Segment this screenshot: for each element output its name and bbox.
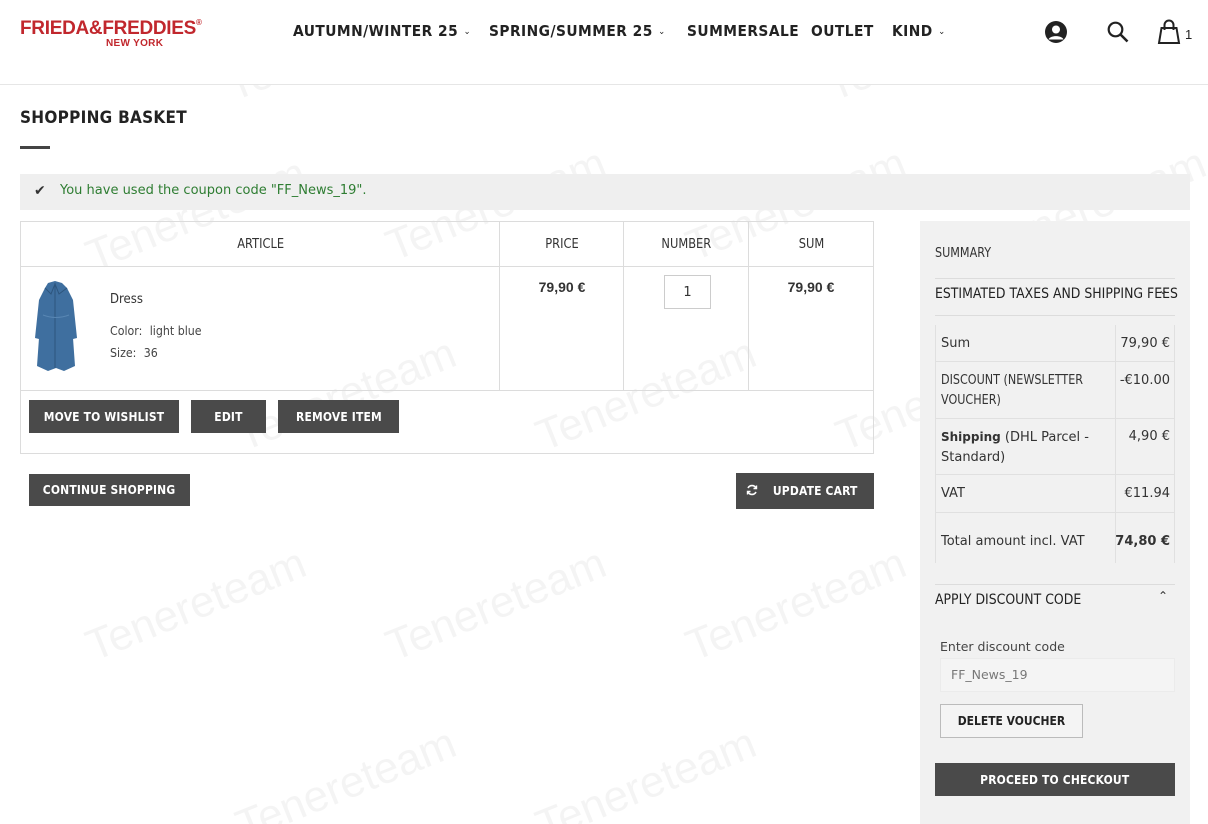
nav-item-spring-summer[interactable]: SPRING/SUMMER 25 ⌄ [489, 22, 666, 40]
color-value: light blue [149, 324, 202, 338]
nav-label: SPRING/SUMMER 25 [489, 22, 653, 40]
item-sum: 79,90 € [787, 279, 835, 295]
update-cart-button[interactable]: UPDATE CART [736, 473, 874, 509]
edit-button[interactable]: EDIT [191, 400, 266, 433]
nav-item-autumn-winter[interactable]: AUTUMN/WINTER 25 ⌄ [293, 22, 471, 40]
quantity-input[interactable] [664, 275, 711, 309]
shopping-bag-icon[interactable] [1157, 19, 1181, 50]
order-summary: SUMMARY ESTIMATED TAXES AND SHIPPING FEE… [920, 221, 1190, 824]
column-header-price: PRICE [500, 222, 624, 267]
site-header: FRIEDA&FREDDIES® NEW YORK AUTUMN/WINTER … [0, 0, 1208, 85]
size-value: 36 [143, 346, 158, 360]
watermark: Tenereteam [379, 538, 613, 671]
remove-item-button[interactable]: REMOVE ITEM [278, 400, 399, 433]
product-image[interactable] [31, 280, 81, 374]
title-underline [20, 146, 50, 149]
discount-code-toggle[interactable]: APPLY DISCOUNT CODE [935, 592, 1081, 608]
brand-reg: ® [196, 18, 202, 27]
totals-row-sum: Sum 79,90 € [936, 325, 1174, 362]
nav-label: AUTUMN/WINTER 25 [293, 22, 459, 40]
watermark: Tenereteam [79, 538, 313, 671]
total-value: 74,80 € [1115, 534, 1170, 549]
size-label: Size: [110, 346, 137, 360]
column-header-number: NUMBER [624, 222, 749, 267]
product-size: Size: 36 [110, 346, 158, 360]
brand-name: FRIEDA&FREDDIES [20, 18, 197, 39]
watermark: Tenereteam [679, 538, 913, 671]
product-name[interactable]: Dress [110, 292, 143, 307]
discount-code-input[interactable]: FF_News_19 [940, 658, 1175, 692]
shipping-label-text: Shipping [941, 430, 1001, 444]
nav-item-kind[interactable]: KIND ⌄ [892, 22, 946, 40]
brand-sub: NEW YORK [106, 38, 164, 49]
button-label: PROCEED TO CHECKOUT [980, 772, 1130, 787]
discount-value: -€10.00 [1119, 373, 1170, 388]
vat-label: VAT [941, 486, 965, 501]
taxes-shipping-toggle[interactable]: ESTIMATED TAXES AND SHIPPING FEES [935, 286, 1178, 302]
color-label: Color: [110, 324, 143, 338]
button-label: EDIT [214, 409, 243, 424]
nav-label: OUTLET [811, 22, 874, 40]
summary-title: SUMMARY [935, 246, 992, 261]
divider [935, 278, 1175, 279]
button-label: MOVE TO WISHLIST [43, 409, 165, 424]
cart-table: ARTICLE PRICE NUMBER SUM Dress Color: lig… [20, 221, 874, 454]
discount-code-label: Enter discount code [940, 639, 1065, 654]
column-header-sum: SUM [749, 222, 873, 267]
delete-voucher-button[interactable]: DELETE VOUCHER [940, 704, 1083, 738]
check-icon: ✔ [34, 182, 46, 198]
success-message-text: You have used the coupon code "FF_News_1… [60, 183, 367, 198]
shipping-label: Shipping (DHL Parcel - Standard) [941, 427, 1111, 468]
user-icon[interactable] [1044, 20, 1068, 49]
chevron-up-icon[interactable]: ⌃ [1158, 589, 1168, 603]
nav-item-outlet[interactable]: OUTLET [811, 22, 874, 40]
column-header-article: ARTICLE [21, 222, 500, 267]
totals-row-shipping: Shipping (DHL Parcel - Standard) 4,90 € [936, 419, 1174, 475]
button-label: CONTINUE SHOPPING [43, 482, 176, 497]
divider [935, 584, 1175, 585]
discount-label: DISCOUNT (NEWSLETTER VOUCHER) [941, 371, 1111, 411]
chevron-down-icon: ⌄ [938, 27, 946, 37]
refresh-icon [746, 473, 758, 509]
button-label: UPDATE CART [772, 483, 858, 498]
nav-item-summersale[interactable]: SUMMERSALE [687, 22, 799, 40]
row-divider [21, 390, 873, 391]
cart-count: 1 [1185, 27, 1193, 42]
sum-value: 79,90 € [1120, 336, 1170, 351]
vat-value: €11.94 [1124, 486, 1171, 501]
continue-shopping-button[interactable]: CONTINUE SHOPPING [29, 474, 190, 506]
nav-label: SUMMERSALE [687, 22, 800, 40]
total-label: Total amount incl. VAT [941, 534, 1085, 549]
move-to-wishlist-button[interactable]: MOVE TO WISHLIST [29, 400, 179, 433]
chevron-down-icon[interactable]: ⌄ [1158, 283, 1168, 297]
totals-row-vat: VAT €11.94 [936, 475, 1174, 513]
success-message: ✔ You have used the coupon code "FF_News… [20, 174, 1190, 210]
watermark: Tenereteam [229, 718, 463, 824]
brand-logo[interactable]: FRIEDA&FREDDIES® NEW YORK [20, 18, 202, 49]
search-icon[interactable] [1106, 20, 1130, 49]
shipping-value: 4,90 € [1128, 429, 1170, 444]
product-color: Color: light blue [110, 324, 202, 338]
discount-label-text: DISCOUNT (NEWSLETTER VOUCHER) [941, 373, 1084, 408]
sum-label: Sum [941, 336, 971, 351]
proceed-to-checkout-button[interactable]: PROCEED TO CHECKOUT [935, 763, 1175, 796]
chevron-down-icon: ⌄ [463, 27, 472, 37]
chevron-down-icon: ⌄ [658, 27, 666, 37]
button-label: DELETE VOUCHER [957, 713, 1066, 728]
button-label: REMOVE ITEM [295, 409, 382, 424]
totals-row-total: Total amount incl. VAT 74,80 € [936, 513, 1174, 563]
divider [935, 315, 1175, 316]
column-divider [499, 222, 500, 391]
totals-table: Sum 79,90 € DISCOUNT (NEWSLETTER VOUCHER… [935, 325, 1175, 563]
page-title: SHOPPING BASKET [20, 108, 187, 128]
totals-row-discount: DISCOUNT (NEWSLETTER VOUCHER) -€10.00 [936, 362, 1174, 419]
item-price: 79,90 € [538, 279, 586, 295]
watermark: Tenereteam [529, 718, 763, 824]
column-divider [623, 222, 624, 391]
column-divider [748, 222, 749, 391]
nav-label: KIND [892, 22, 933, 40]
